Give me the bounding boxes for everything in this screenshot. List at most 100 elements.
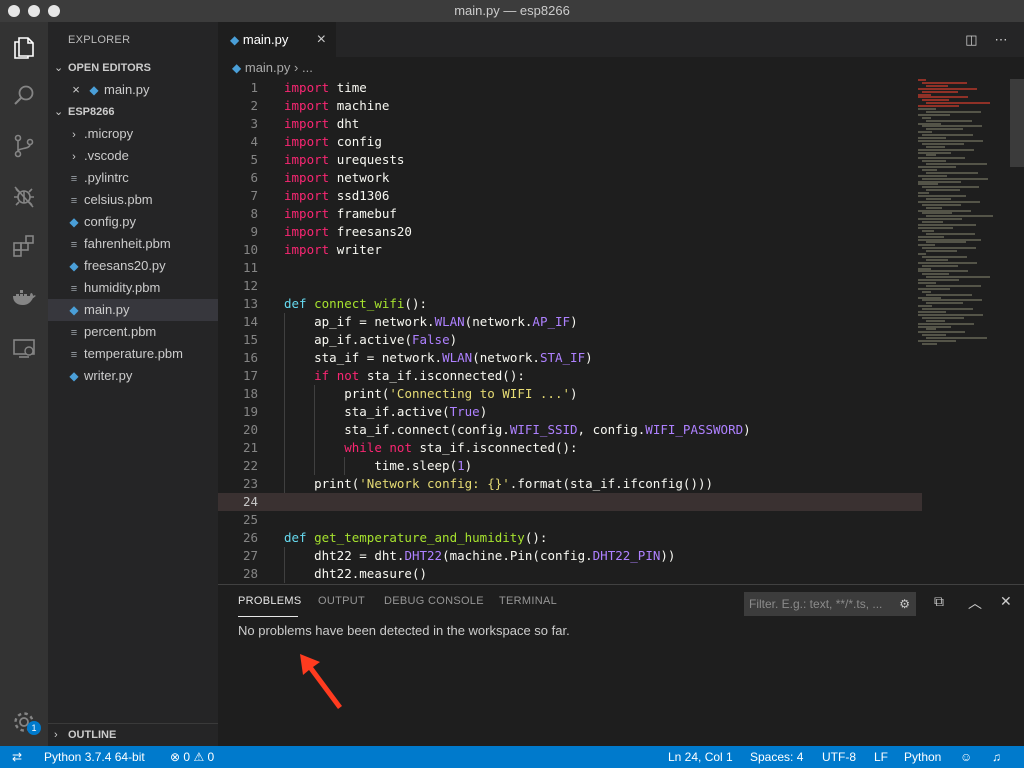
window-close-button[interactable] [8,5,20,17]
file-tree-item[interactable]: ≡ percent.pbm [48,321,218,343]
code-line[interactable]: 21 while not sta_if.isconnected(): [218,439,922,457]
maximize-panel-icon[interactable]: ︿ [968,593,982,613]
outline-header[interactable]: › OUTLINE [48,723,218,745]
line-number: 4 [250,134,258,149]
file-tree-item[interactable]: ◆ writer.py [48,365,218,387]
tab-problems[interactable]: PROBLEMS [238,595,302,607]
encoding[interactable]: UTF-8 [822,746,856,768]
code-line[interactable]: 7 import ssd1306 [218,187,922,205]
settings-badge: 1 [27,721,41,735]
code-text: import writer [284,242,382,257]
notifications-bell-icon[interactable]: ♫ [992,746,1001,768]
minimap-line [926,163,987,166]
more-actions-icon[interactable]: ⋯ [988,22,1014,57]
end-of-line[interactable]: LF [874,746,888,768]
code-line[interactable]: 1 import time [218,79,922,97]
indentation[interactable]: Spaces: 4 [750,746,803,768]
minimap-line [926,232,975,235]
debug-icon[interactable] [10,182,38,210]
code-editor[interactable]: 1 import time 2 import machine 3 import dht 4 i… [218,79,1024,584]
chevron-right-icon: › [72,151,76,163]
remote-indicator-icon[interactable]: ⇄ [12,746,22,768]
code-line[interactable]: 20 sta_if.connect(config.WIFI_SSID, conf… [218,421,922,439]
code-line[interactable]: 8 import framebuf [218,205,922,223]
code-line[interactable]: 25 [218,511,922,529]
code-line[interactable]: 13 def connect_wifi(): [218,295,922,313]
file-tree-item[interactable]: ≡ .pylintrc [48,167,218,189]
tab-output[interactable]: OUTPUT [318,595,365,607]
code-line[interactable]: 27 dht22 = dht.DHT22(machine.Pin(config.… [218,547,922,565]
editor-scrollbar[interactable] [1010,79,1024,167]
code-line[interactable]: 26 def get_temperature_and_humidity(): [218,529,922,547]
minimap[interactable] [918,79,1008,359]
code-line[interactable]: 22 time.sleep(1) [218,457,922,475]
line-number: 7 [250,188,258,203]
feedback-icon[interactable]: ☺ [960,746,972,768]
window-maximize-button[interactable] [48,5,60,17]
file-tree-item[interactable]: ≡ temperature.pbm [48,343,218,365]
breadcrumb-rest[interactable]: ... [302,60,313,75]
code-line[interactable]: 5 import urequests [218,151,922,169]
search-icon[interactable] [10,82,38,110]
code-line[interactable]: 19 sta_if.active(True) [218,403,922,421]
file-tree-item[interactable]: ≡ celsius.pbm [48,189,218,211]
file-tree-item[interactable]: › .vscode [48,145,218,167]
file-tree-item[interactable]: ≡ humidity.pbm [48,277,218,299]
tab-debug-console[interactable]: DEBUG CONSOLE [384,595,484,607]
code-line[interactable]: 28 dht22.measure() [218,565,922,583]
code-line[interactable]: 23 print('Network config: {}'.format(sta… [218,475,922,493]
file-tree-item[interactable]: › .micropy [48,123,218,145]
file-tree-item[interactable]: ≡ fahrenheit.pbm [48,233,218,255]
esp8266-folder-header[interactable]: ⌄ ESP8266 [48,101,218,123]
tab-terminal[interactable]: TERMINAL [499,595,557,607]
source-control-icon[interactable] [10,132,38,160]
minimap-line [922,134,973,137]
docker-icon[interactable] [10,284,38,312]
code-line[interactable]: 6 import network [218,169,922,187]
filter-settings-icon[interactable]: ⚙ [899,592,910,616]
code-line[interactable]: 24 [218,493,922,511]
collapse-all-icon[interactable]: ⧉ [934,593,944,610]
code-line[interactable]: 10 import writer [218,241,922,259]
window-minimize-button[interactable] [28,5,40,17]
file-tree-item[interactable]: ◆ freesans20.py [48,255,218,277]
line-number: 24 [242,494,258,509]
code-line[interactable]: 3 import dht [218,115,922,133]
minimap-line [918,313,983,316]
code-line[interactable]: 16 sta_if = network.WLAN(network.STA_IF) [218,349,922,367]
tab-main-py[interactable]: ◆ main.py × [218,22,336,57]
code-line[interactable]: 11 [218,259,922,277]
line-number: 28 [242,566,258,581]
line-number: 22 [242,458,258,473]
code-line[interactable]: 18 print('Connecting to WIFI ...') [218,385,922,403]
code-line[interactable]: 14 ap_if = network.WLAN(network.AP_IF) [218,313,922,331]
code-line[interactable]: 17 if not sta_if.isconnected(): [218,367,922,385]
split-editor-icon[interactable]: ◫ [958,22,984,57]
editor-actions: ◫ ⋯ [958,22,1014,57]
remote-explorer-icon[interactable] [10,334,38,362]
files-icon[interactable] [10,34,38,62]
file-tree-item[interactable]: ◆ main.py [48,299,218,321]
code-line[interactable]: 12 [218,277,922,295]
file-tree-item[interactable]: ◆ config.py [48,211,218,233]
code-line[interactable]: 4 import config [218,133,922,151]
minimap-line [926,171,978,174]
cursor-position[interactable]: Ln 24, Col 1 [668,746,733,768]
problems-summary[interactable]: ⊗ 0 ⚠ 0 [170,746,214,768]
language-mode[interactable]: Python [904,746,941,768]
code-line[interactable]: 9 import freesans20 [218,223,922,241]
error-icon: ⊗ [170,750,181,764]
close-icon[interactable]: × [317,22,326,57]
problems-filter-input[interactable]: Filter. E.g.: text, **/*.ts, ... ⚙ [744,592,916,616]
code-line[interactable]: 15 ap_if.active(False) [218,331,922,349]
open-editors-header[interactable]: ⌄ OPEN EDITORS [48,57,218,79]
code-line[interactable]: 2 import machine [218,97,922,115]
python-interpreter[interactable]: Python 3.7.4 64-bit [44,746,145,768]
code-text: sta_if = network.WLAN(network.STA_IF) [314,350,593,365]
minimap-line [926,110,981,113]
open-editor-item[interactable]: × ◆ main.py [48,79,218,101]
breadcrumb-file[interactable]: main.py [245,60,291,75]
close-icon[interactable]: × [68,79,84,101]
extensions-icon[interactable] [10,232,38,260]
close-panel-icon[interactable]: ✕ [1000,593,1012,610]
